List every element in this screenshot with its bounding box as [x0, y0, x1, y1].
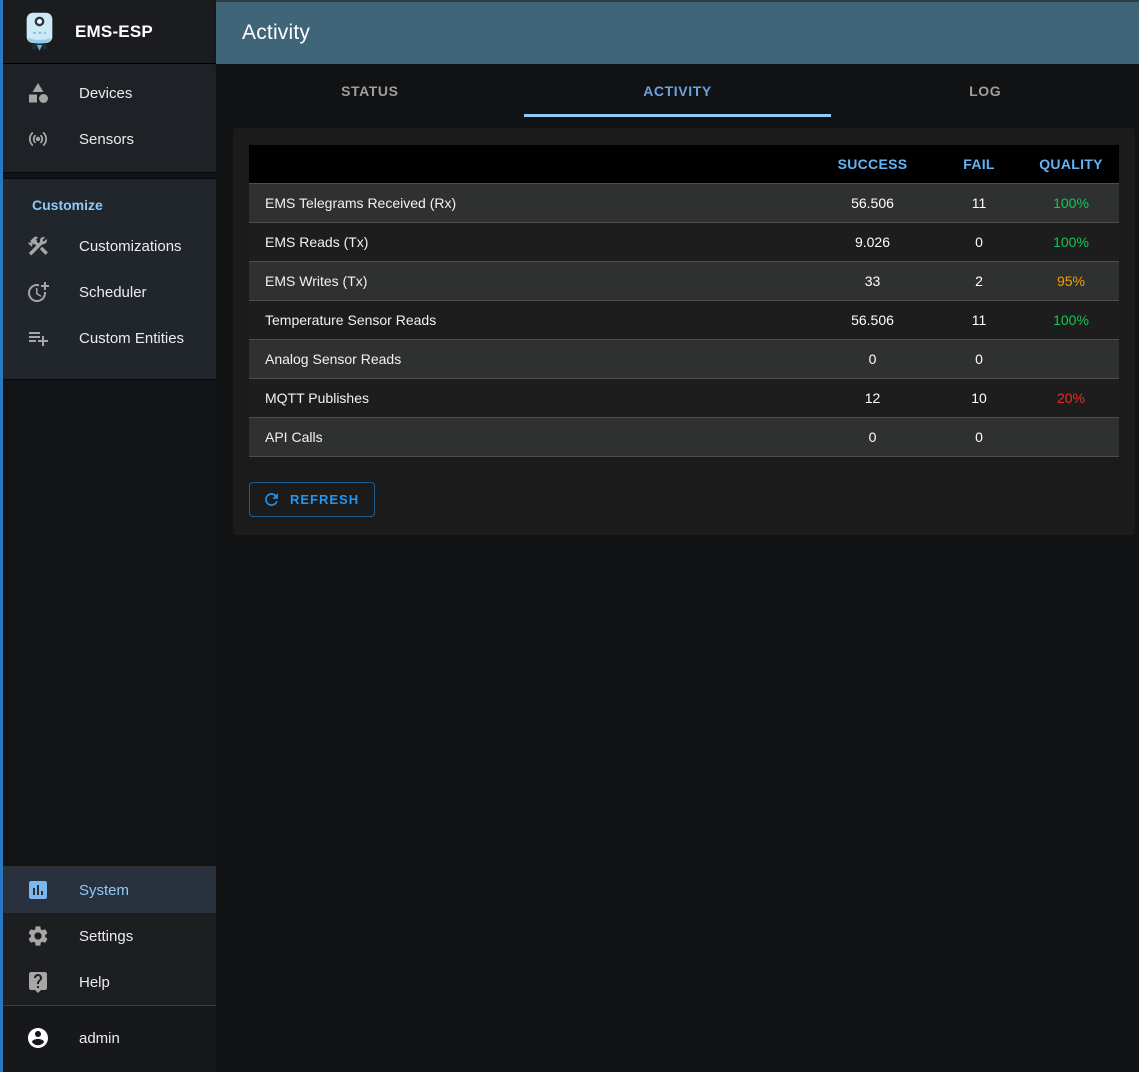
fail-value: 2 [935, 261, 1023, 300]
tab-log[interactable]: LOG [831, 64, 1139, 117]
refresh-button[interactable]: REFRESH [249, 482, 375, 517]
table-row: MQTT Publishes 12 10 20% [249, 378, 1119, 417]
table-row: API Calls 0 0 [249, 417, 1119, 456]
column-header-fail: FAIL [935, 145, 1023, 183]
sidebar-item-label: Help [79, 974, 110, 991]
account-circle-icon [26, 1026, 50, 1050]
sidebar-customize-section: Customize Customizations Scheduler Custo… [0, 178, 216, 380]
customize-section-label: Customize [32, 197, 216, 213]
quality-value [1023, 417, 1119, 456]
help-icon [26, 970, 50, 994]
tab-activity[interactable]: ACTIVITY [524, 64, 832, 117]
boiler-logo-icon [23, 11, 56, 53]
fail-value: 0 [935, 417, 1023, 456]
sidebar-item-label: Customizations [79, 238, 182, 255]
sidebar: EMS-ESP Devices Sensors [0, 0, 216, 1072]
sidebar-spacer [0, 380, 216, 866]
sidebar-bottom-nav: System Settings Help [0, 866, 216, 1005]
bar-chart-icon [26, 878, 50, 902]
sidebar-item-scheduler[interactable]: Scheduler [0, 269, 216, 315]
column-header-success: SUCCESS [810, 145, 935, 183]
fail-value: 11 [935, 300, 1023, 339]
fail-value: 0 [935, 339, 1023, 378]
gear-icon [26, 924, 50, 948]
column-header-quality: QUALITY [1023, 145, 1119, 183]
success-value: 9.026 [810, 222, 935, 261]
ems-esp-app-window: EMS-ESP Devices Sensors [0, 0, 1139, 1072]
category-icon [26, 81, 50, 105]
activity-table: SUCCESS FAIL QUALITY EMS Telegrams Recei… [249, 145, 1119, 457]
success-value: 0 [810, 417, 935, 456]
table-row: Analog Sensor Reads 0 0 [249, 339, 1119, 378]
sensors-icon [26, 127, 50, 151]
success-value: 33 [810, 261, 935, 300]
sidebar-item-system[interactable]: System [0, 867, 216, 913]
sidebar-item-admin[interactable]: admin [0, 1014, 216, 1062]
table-row: Temperature Sensor Reads 56.506 11 100% [249, 300, 1119, 339]
sidebar-item-label: Scheduler [79, 284, 147, 301]
metric-label: EMS Telegrams Received (Rx) [249, 183, 810, 222]
table-header-row: SUCCESS FAIL QUALITY [249, 145, 1119, 183]
app-bar: Activity [216, 0, 1139, 64]
sidebar-item-custom-entities[interactable]: Custom Entities [0, 315, 216, 361]
quality-value: 100% [1023, 222, 1119, 261]
refresh-button-label: REFRESH [290, 492, 359, 507]
sidebar-item-label: Devices [79, 85, 132, 102]
sidebar-item-label: Custom Entities [79, 330, 184, 347]
sidebar-item-devices[interactable]: Devices [0, 70, 216, 116]
sidebar-item-sensors[interactable]: Sensors [0, 116, 216, 162]
metric-label: EMS Reads (Tx) [249, 222, 810, 261]
app-name: EMS-ESP [75, 22, 153, 42]
sidebar-item-customizations[interactable]: Customizations [0, 223, 216, 269]
sidebar-main-nav: Devices Sensors [0, 64, 216, 173]
sidebar-user-label: admin [79, 1030, 120, 1047]
main-area: Activity STATUS ACTIVITY LOG SUCCESS FAI… [216, 0, 1139, 1072]
table-row: EMS Reads (Tx) 9.026 0 100% [249, 222, 1119, 261]
metric-label: Analog Sensor Reads [249, 339, 810, 378]
playlist-add-icon [26, 326, 50, 350]
sidebar-user-section: admin [0, 1005, 216, 1072]
quality-value: 100% [1023, 183, 1119, 222]
metric-label: API Calls [249, 417, 810, 456]
column-header-name [249, 145, 810, 183]
fail-value: 11 [935, 183, 1023, 222]
metric-label: Temperature Sensor Reads [249, 300, 810, 339]
metric-label: MQTT Publishes [249, 378, 810, 417]
window-edge-artifact [0, 0, 3, 1072]
page-title: Activity [242, 21, 310, 45]
sidebar-item-settings[interactable]: Settings [0, 913, 216, 959]
content-area: SUCCESS FAIL QUALITY EMS Telegrams Recei… [216, 117, 1139, 1072]
tab-status[interactable]: STATUS [216, 64, 524, 117]
sidebar-item-label: Settings [79, 928, 133, 945]
success-value: 12 [810, 378, 935, 417]
fail-value: 10 [935, 378, 1023, 417]
success-value: 56.506 [810, 183, 935, 222]
metric-label: EMS Writes (Tx) [249, 261, 810, 300]
quality-value: 100% [1023, 300, 1119, 339]
fail-value: 0 [935, 222, 1023, 261]
success-value: 0 [810, 339, 935, 378]
activity-card: SUCCESS FAIL QUALITY EMS Telegrams Recei… [233, 128, 1135, 535]
tab-bar: STATUS ACTIVITY LOG [216, 64, 1139, 117]
quality-value: 20% [1023, 378, 1119, 417]
construction-icon [26, 234, 50, 258]
table-row: EMS Telegrams Received (Rx) 56.506 11 10… [249, 183, 1119, 222]
quality-value [1023, 339, 1119, 378]
quality-value: 95% [1023, 261, 1119, 300]
table-row: EMS Writes (Tx) 33 2 95% [249, 261, 1119, 300]
sidebar-item-help[interactable]: Help [0, 959, 216, 1005]
refresh-icon [262, 490, 281, 509]
success-value: 56.506 [810, 300, 935, 339]
clock-plus-icon [26, 280, 50, 304]
app-logo-header: EMS-ESP [0, 0, 216, 64]
sidebar-item-label: Sensors [79, 131, 134, 148]
sidebar-item-label: System [79, 882, 129, 899]
